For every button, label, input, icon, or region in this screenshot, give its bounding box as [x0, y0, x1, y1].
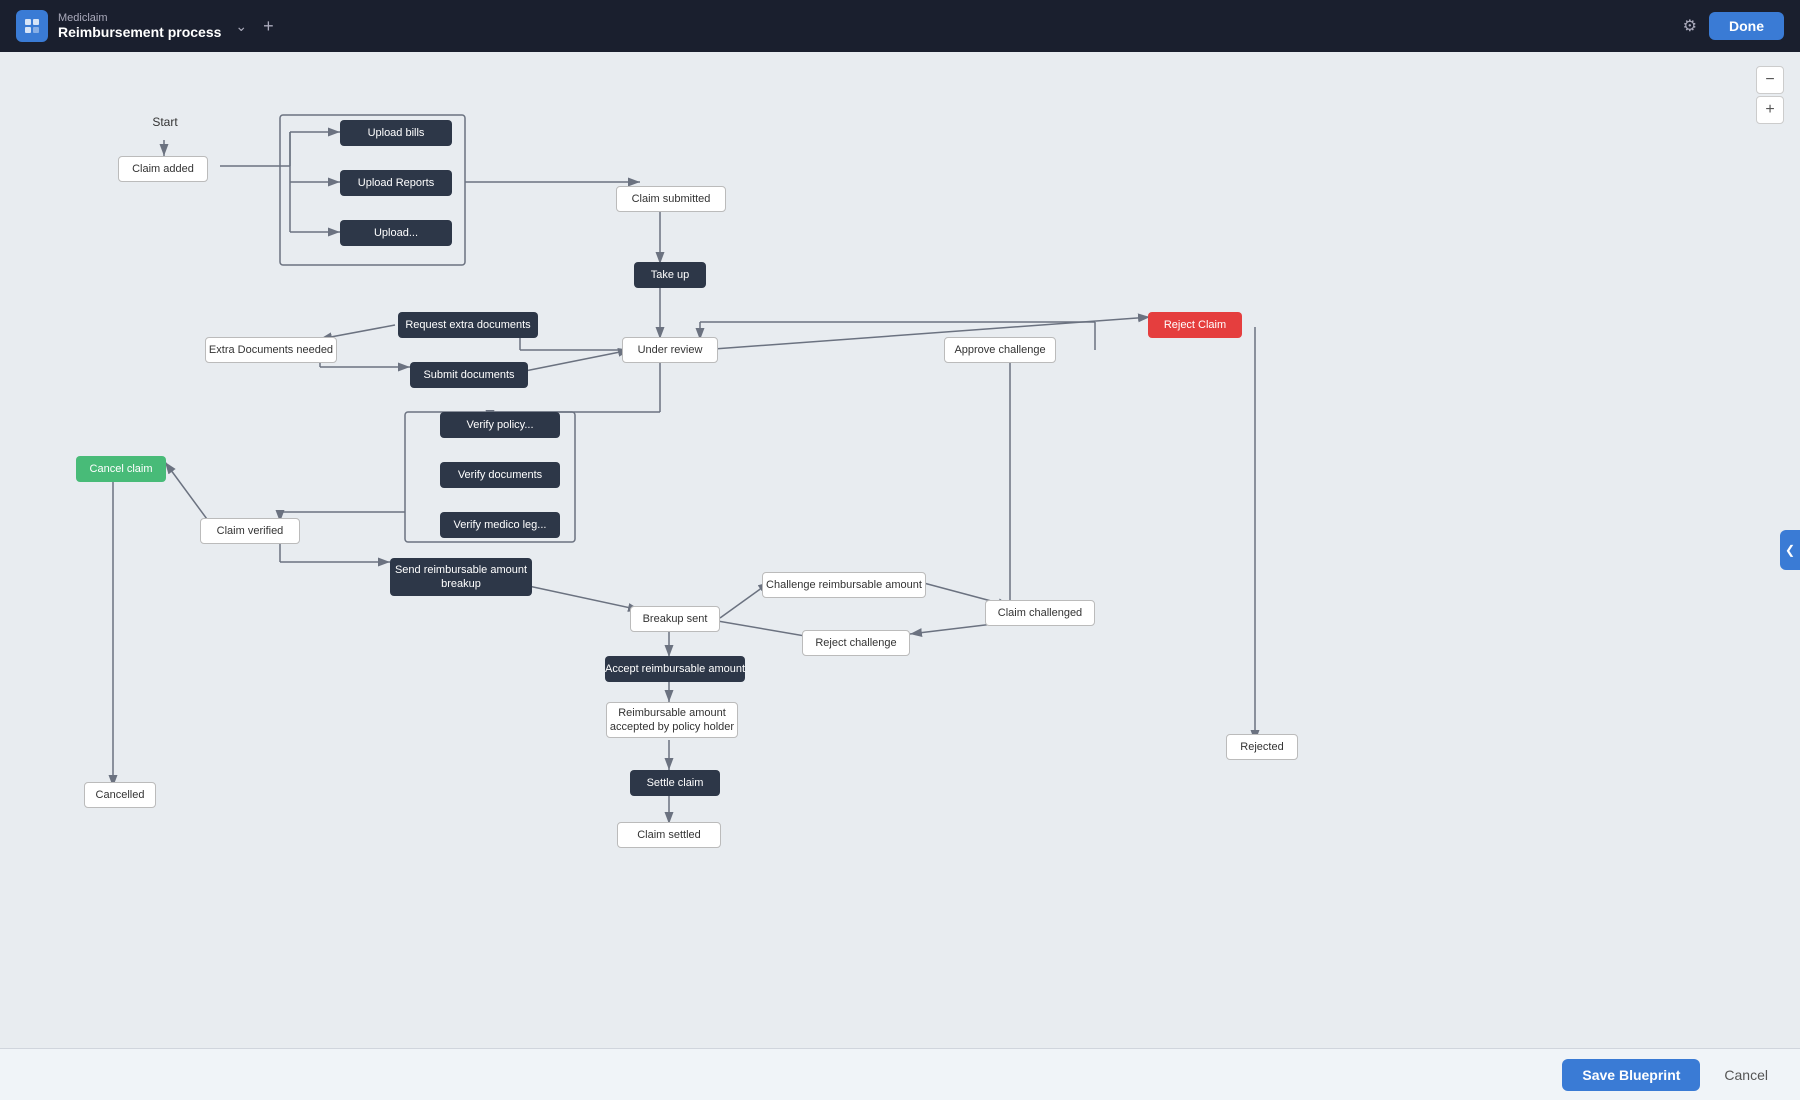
footer: Save Blueprint Cancel — [0, 1048, 1800, 1100]
zoom-controls: − + — [1756, 66, 1784, 124]
under-review-node[interactable]: Under review — [622, 337, 718, 363]
claim-settled-node[interactable]: Claim settled — [617, 822, 721, 848]
header: Mediclaim Reimbursement process ⌄ + ⚙ Do… — [0, 0, 1800, 52]
claim-added-node[interactable]: Claim added — [118, 156, 208, 182]
zoom-out-button[interactable]: − — [1756, 66, 1784, 94]
title-block: Mediclaim Reimbursement process — [58, 12, 221, 40]
start-node[interactable]: Start — [145, 112, 185, 134]
breakup-sent-node[interactable]: Breakup sent — [630, 606, 720, 632]
reject-challenge-node[interactable]: Reject challenge — [802, 630, 910, 656]
send-breakup-node[interactable]: Send reimbursable amount breakup — [390, 558, 532, 596]
rejected-node[interactable]: Rejected — [1226, 734, 1298, 760]
process-name: Reimbursement process — [58, 24, 221, 40]
claim-verified-node[interactable]: Claim verified — [200, 518, 300, 544]
side-panel-toggle[interactable]: ❮ — [1780, 530, 1800, 570]
extra-docs-needed-node[interactable]: Extra Documents needed — [205, 337, 337, 363]
add-button[interactable]: + — [259, 12, 278, 41]
done-button[interactable]: Done — [1709, 12, 1784, 40]
flow-connections — [0, 52, 1800, 1048]
save-blueprint-button[interactable]: Save Blueprint — [1562, 1059, 1700, 1091]
settle-claim-node[interactable]: Settle claim — [630, 770, 720, 796]
upload-bills-node[interactable]: Upload bills — [340, 120, 452, 146]
flow-canvas: Start Claim added Upload bills Upload Re… — [0, 52, 1800, 1048]
upload-other-node[interactable]: Upload... — [340, 220, 452, 246]
request-extra-docs-node[interactable]: Request extra documents — [398, 312, 538, 338]
verify-policy-node[interactable]: Verify policy... — [440, 412, 560, 438]
chevron-down-button[interactable]: ⌄ — [231, 14, 251, 39]
reimbursable-accepted-node[interactable]: Reimbursable amount accepted by policy h… — [606, 702, 738, 738]
zoom-in-button[interactable]: + — [1756, 96, 1784, 124]
submit-documents-node[interactable]: Submit documents — [410, 362, 528, 388]
app-name: Mediclaim — [58, 12, 221, 24]
header-left: Mediclaim Reimbursement process ⌄ + — [16, 10, 278, 42]
verify-documents-node[interactable]: Verify documents — [440, 462, 560, 488]
approve-challenge-node[interactable]: Approve challenge — [944, 337, 1056, 363]
cancelled-node[interactable]: Cancelled — [84, 782, 156, 808]
cancel-button[interactable]: Cancel — [1712, 1059, 1780, 1091]
header-controls: ⌄ + — [231, 12, 277, 41]
accept-reimbursable-node[interactable]: Accept reimbursable amount — [605, 656, 745, 682]
claim-challenged-node[interactable]: Claim challenged — [985, 600, 1095, 626]
header-right: ⚙ Done — [1683, 12, 1784, 40]
challenge-amount-node[interactable]: Challenge reimbursable amount — [762, 572, 926, 598]
settings-button[interactable]: ⚙ — [1683, 16, 1697, 36]
verify-medico-node[interactable]: Verify medico leg... — [440, 512, 560, 538]
claim-submitted-node[interactable]: Claim submitted — [616, 186, 726, 212]
reject-claim-node[interactable]: Reject Claim — [1148, 312, 1242, 338]
take-up-node[interactable]: Take up — [634, 262, 706, 288]
cancel-claim-node[interactable]: Cancel claim — [76, 456, 166, 482]
upload-reports-node[interactable]: Upload Reports — [340, 170, 452, 196]
app-icon — [16, 10, 48, 42]
